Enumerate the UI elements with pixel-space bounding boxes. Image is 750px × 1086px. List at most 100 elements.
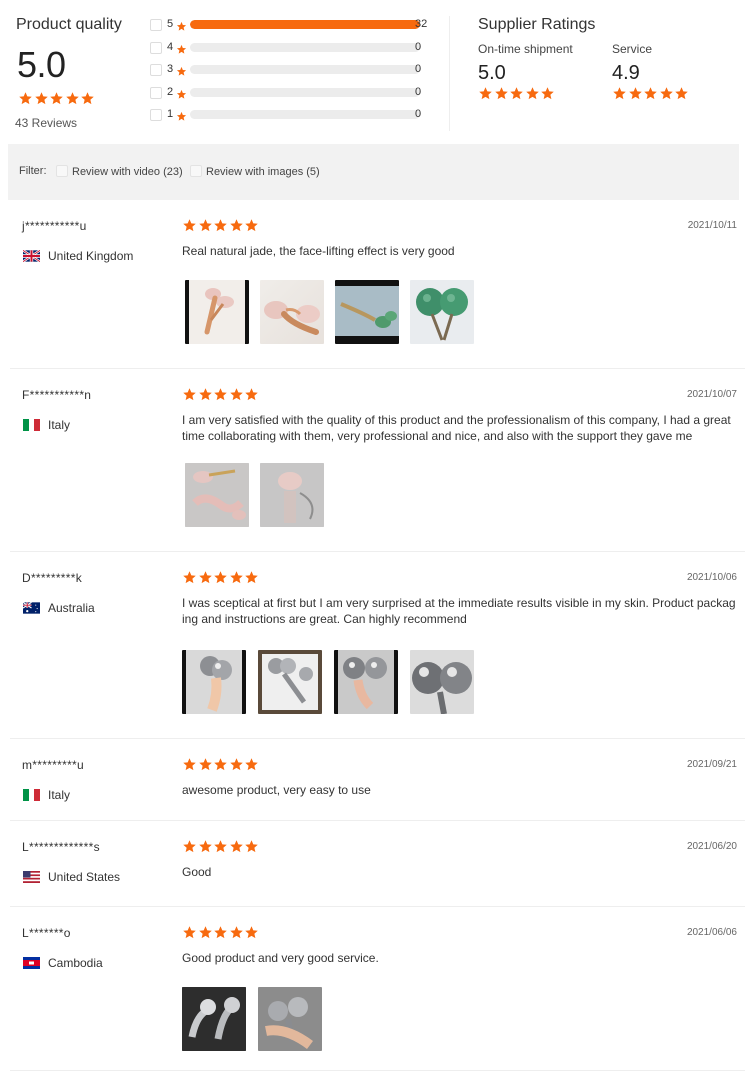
country-name: Cambodia — [48, 956, 103, 970]
reviewer-country: Australia — [23, 601, 95, 615]
star-icon — [182, 839, 197, 854]
review-images — [182, 987, 333, 1051]
reviewer-country: Cambodia — [23, 956, 103, 970]
star-icon — [176, 64, 187, 76]
histogram-star-number: 3 — [167, 63, 174, 75]
review-stars — [182, 217, 260, 235]
star-icon — [182, 570, 197, 585]
star-icon — [176, 42, 187, 54]
review-text: Good — [182, 865, 212, 879]
histogram-checkbox[interactable] — [150, 86, 162, 99]
histogram-row-4[interactable]: 4 0 — [150, 38, 440, 61]
star-icon — [198, 570, 213, 585]
filter-checkbox[interactable] — [56, 165, 68, 177]
histogram-star-number: 5 — [167, 18, 174, 30]
star-icon — [34, 91, 49, 106]
rose-quartz-roller-photo[interactable] — [260, 280, 324, 344]
rose-quartz-roller-photo[interactable] — [260, 463, 324, 527]
us-flag-icon — [23, 871, 40, 883]
reviewer-country: Italy — [23, 788, 70, 802]
star-icon — [229, 570, 244, 585]
rating-histogram: 5 32 4 0 3 0 2 0 1 0 — [150, 15, 440, 128]
filter-label: Filter: — [19, 165, 47, 177]
metric-stars — [612, 85, 690, 103]
review-item: m*********u Italy 2021/09/21 awesome pro… — [10, 739, 745, 821]
histogram-star-number: 2 — [167, 85, 174, 98]
star-icon — [244, 757, 259, 772]
metal-roller-photo[interactable] — [182, 650, 246, 714]
cambodia-flag-icon — [23, 957, 40, 969]
star-icon — [198, 757, 213, 772]
rose-quartz-set-photo[interactable] — [185, 463, 249, 527]
review-date: 2021/06/06 — [686, 927, 737, 938]
star-icon — [176, 109, 187, 121]
histogram-bar — [190, 87, 420, 97]
star-icon — [182, 925, 197, 940]
histogram-count: 0 — [415, 63, 422, 75]
review-images — [185, 280, 485, 344]
metal-roller-photo[interactable] — [334, 650, 398, 714]
star-icon — [229, 387, 244, 402]
histogram-star-number: 4 — [167, 40, 174, 53]
country-name: Australia — [48, 601, 95, 615]
star-icon — [244, 570, 259, 585]
product-quality-title: Product quality — [16, 16, 122, 33]
reviewer-name: L*************s — [22, 840, 100, 854]
metal-roller-photo[interactable] — [410, 650, 474, 714]
metal-roller-photo[interactable] — [258, 987, 322, 1051]
review-item: L*************s United States 2021/06/20… — [10, 821, 745, 907]
review-item: D*********k Australia 2021/10/06 I was s… — [10, 552, 745, 739]
histogram-row-1[interactable]: 1 0 — [150, 105, 440, 128]
star-icon — [244, 218, 259, 233]
review-stars — [182, 569, 260, 587]
on-time-shipment-rating: On-time shipment 5.0 — [478, 42, 573, 103]
australia-flag-icon — [23, 602, 40, 614]
star-icon — [540, 86, 555, 101]
star-icon — [198, 839, 213, 854]
star-icon — [478, 86, 493, 101]
green-jade-balls-photo[interactable] — [410, 280, 474, 344]
histogram-bar — [190, 20, 420, 29]
histogram-checkbox[interactable] — [150, 109, 162, 121]
histogram-count: 0 — [415, 40, 422, 53]
histogram-bar — [190, 110, 420, 119]
histogram-row-3[interactable]: 3 0 — [150, 60, 440, 83]
review-stars — [182, 924, 260, 942]
histogram-row-2[interactable]: 2 0 — [150, 83, 440, 106]
star-icon — [213, 757, 228, 772]
reviewer-country: Italy — [23, 418, 70, 432]
star-icon — [213, 387, 228, 402]
metal-roller-photo[interactable] — [182, 987, 246, 1051]
histogram-checkbox[interactable] — [150, 19, 162, 31]
star-icon — [198, 387, 213, 402]
histogram-checkbox[interactable] — [150, 41, 162, 54]
filter-video-option[interactable]: Review with video (23) — [56, 165, 183, 178]
reviewer-country: United Kingdom — [23, 249, 133, 263]
rose-quartz-roller-photo[interactable] — [185, 280, 249, 344]
star-icon — [674, 86, 689, 101]
star-icon — [182, 387, 197, 402]
filter-images-option[interactable]: Review with images (5) — [190, 165, 320, 178]
rating-summary: Product quality 5.0 43 Reviews 5 32 4 0 … — [0, 0, 750, 140]
review-item: F***********n Italy 2021/10/07 I am very… — [10, 369, 745, 552]
product-quality-score: 5.0 — [17, 44, 66, 85]
review-text: Real natural jade, the face-lifting effe… — [182, 244, 455, 258]
star-icon — [229, 218, 244, 233]
filter-checkbox[interactable] — [190, 165, 202, 177]
star-icon — [229, 925, 244, 940]
jade-roller-photo[interactable] — [335, 280, 399, 344]
reviewer-country: United States — [23, 870, 120, 884]
star-icon — [49, 91, 64, 106]
metric-value: 5.0 — [478, 62, 506, 84]
reviewer-name: j***********u — [22, 219, 87, 233]
review-item: L*******o Cambodia 2021/06/06 Good produ… — [10, 907, 745, 1071]
review-text: I am very satisfied with the quality of … — [182, 413, 731, 443]
histogram-row-5[interactable]: 5 32 — [150, 15, 440, 38]
star-icon — [244, 839, 259, 854]
metal-roller-photo[interactable] — [258, 650, 322, 714]
star-icon — [525, 86, 540, 101]
divider — [449, 16, 450, 131]
star-icon — [244, 387, 259, 402]
review-date: 2021/10/11 — [687, 220, 737, 231]
histogram-checkbox[interactable] — [150, 64, 162, 76]
